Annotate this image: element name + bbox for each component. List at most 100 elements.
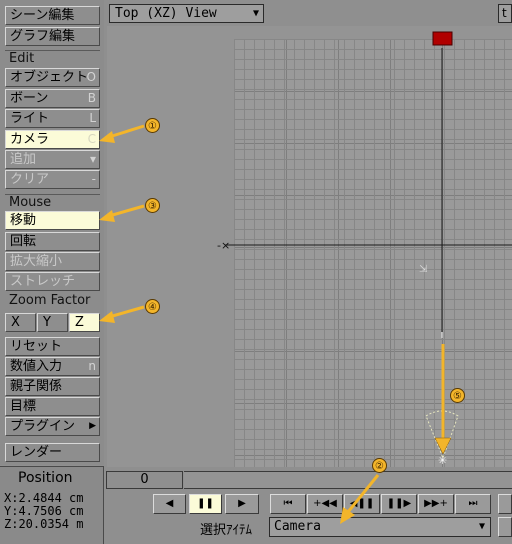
bones-shortcut: B xyxy=(87,91,96,105)
lights-label: ライト xyxy=(10,111,50,126)
frame-number-value: 0 xyxy=(140,472,149,487)
pivot-mark: ⇲ xyxy=(419,264,428,275)
next-key-button[interactable]: ▶▶+ xyxy=(418,494,454,514)
clear-label: クリア xyxy=(10,172,50,187)
camera-button[interactable]: カメラ C xyxy=(5,130,100,149)
clear-button[interactable]: クリア - xyxy=(5,170,100,189)
timeline-slider[interactable] xyxy=(184,471,512,489)
graph-editor-button[interactable]: グラフ編集 xyxy=(5,27,100,46)
numeric-input-button[interactable]: 数値入力 n xyxy=(5,357,100,376)
chevron-down-icon: ▾ xyxy=(89,152,96,166)
add-button[interactable]: 追加 ▾ xyxy=(5,150,100,169)
selected-item-value: Camera xyxy=(274,519,321,534)
next-key-icon: ▶▶+ xyxy=(424,498,448,509)
target-label: 目標 xyxy=(10,399,37,414)
axis-z-toggle[interactable]: Z xyxy=(69,313,100,332)
callout-4: ④ xyxy=(145,299,160,314)
edit-section-title: Edit xyxy=(5,50,100,67)
x-axis-marker: -× xyxy=(217,239,230,252)
objects-label: オブジェクト xyxy=(10,70,89,85)
bones-label: ボーン xyxy=(10,91,49,106)
stretch-label: ストレッチ xyxy=(10,274,76,289)
clear-shortcut: - xyxy=(91,172,96,186)
play-backward-icon: ◀ xyxy=(165,498,174,509)
target-button[interactable]: 目標 xyxy=(5,397,100,416)
extra-button-bottom[interactable] xyxy=(498,517,512,537)
move-label: 移動 xyxy=(10,213,37,228)
numeric-shortcut: n xyxy=(88,359,96,373)
stretch-button[interactable]: ストレッチ xyxy=(5,272,100,291)
parent-label: 親子関係 xyxy=(10,379,63,394)
axis-y-label: Y xyxy=(43,315,51,330)
lights-shortcut: L xyxy=(89,111,96,125)
play-forward-button[interactable]: ▶ xyxy=(225,494,259,514)
lights-button[interactable]: ライト L xyxy=(5,109,100,128)
callout-3: ③ xyxy=(145,198,160,213)
reset-button[interactable]: リセット xyxy=(5,337,100,356)
axis-x-label: X xyxy=(11,315,20,330)
chevron-down-icon: ▼ xyxy=(478,521,485,532)
graph-editor-label: グラフ編集 xyxy=(10,29,76,44)
previous-key-button[interactable]: +◀◀ xyxy=(307,494,343,514)
tool-panel: シーン編集 グラフ編集 Edit オブジェクト O ボーン B ライト L カメラ C … xyxy=(0,0,104,465)
selected-item-dropdown[interactable]: Camera ▼ xyxy=(269,517,491,537)
rotate-label: 回転 xyxy=(10,234,37,249)
corner-label: t xyxy=(502,6,507,20)
move-button[interactable]: 移動 xyxy=(5,211,100,230)
position-title: Position xyxy=(18,470,73,486)
scale-label: 拡大縮小 xyxy=(10,254,63,269)
selected-item-label: 選択ｱｲﾃﾑ xyxy=(200,523,253,538)
axis-y-toggle[interactable]: Y xyxy=(37,313,68,332)
first-frame-icon: ⏮ xyxy=(283,498,293,509)
scene-editor-label: シーン編集 xyxy=(10,8,75,23)
camera-shortcut: C xyxy=(87,132,96,146)
position-y-value: Y:4.7506 cm xyxy=(4,504,84,518)
camera-origin-mark: ✳ xyxy=(438,454,447,467)
add-label: 追加 xyxy=(10,152,37,167)
rotate-button[interactable]: 回転 xyxy=(5,232,100,251)
reset-label: リセット xyxy=(10,339,63,354)
zoom-factor-label: Zoom Factor xyxy=(9,293,91,308)
frame-number-field[interactable]: 0 xyxy=(106,471,183,489)
light-marker xyxy=(432,31,453,46)
position-x-value: X:2.4844 cm xyxy=(4,491,84,505)
next-frame-button[interactable]: ❚❚▶ xyxy=(381,494,417,514)
plugins-button[interactable]: プラグイン ▶ xyxy=(5,417,100,436)
annotation-arrowhead-5 xyxy=(434,437,452,455)
axis-x-toggle[interactable]: X xyxy=(5,313,36,332)
camera-label: カメラ xyxy=(10,132,50,147)
callout-2: ② xyxy=(372,458,387,473)
scale-button[interactable]: 拡大縮小 xyxy=(5,252,100,271)
objects-button[interactable]: オブジェクト O xyxy=(5,68,100,87)
bones-button[interactable]: ボーン B xyxy=(5,89,100,108)
scene-editor-button[interactable]: シーン編集 xyxy=(5,6,100,25)
view-mode-value: Top (XZ) View xyxy=(115,6,217,21)
parent-button[interactable]: 親子関係 xyxy=(5,377,100,396)
last-frame-button[interactable]: ⏭ xyxy=(455,494,491,514)
play-backward-button[interactable]: ◀ xyxy=(153,494,186,514)
pause-button[interactable]: ❚❚ xyxy=(189,494,222,514)
previous-key-icon: +◀◀ xyxy=(313,498,337,509)
mouse-section-title: Mouse xyxy=(5,194,100,211)
callout-1: ① xyxy=(145,118,160,133)
chevron-down-icon: ▼ xyxy=(252,8,259,19)
plugins-label: プラグイン xyxy=(10,419,76,434)
dropdown-arrow-icon: ▶ xyxy=(89,421,96,431)
extra-button-top[interactable] xyxy=(498,494,512,514)
callout-5: ⑤ xyxy=(450,388,465,403)
pause-icon: ❚❚ xyxy=(197,498,214,509)
numeric-input-label: 数値入力 xyxy=(10,359,63,374)
previous-frame-icon: ◀❚❚ xyxy=(349,498,375,509)
previous-frame-button[interactable]: ◀❚❚ xyxy=(344,494,380,514)
view-mode-dropdown[interactable]: Top (XZ) View ▼ xyxy=(109,4,264,23)
axis-z-label: Z xyxy=(75,315,84,330)
render-label: レンダー xyxy=(10,445,63,460)
objects-shortcut: O xyxy=(86,70,96,84)
first-frame-button[interactable]: ⏮ xyxy=(270,494,306,514)
render-button[interactable]: レンダー xyxy=(5,443,100,462)
next-frame-icon: ❚❚▶ xyxy=(386,498,412,509)
position-z-value: Z:20.0354 m xyxy=(4,517,84,531)
last-frame-icon: ⏭ xyxy=(468,498,478,509)
play-forward-icon: ▶ xyxy=(238,498,246,509)
corner-button[interactable]: t xyxy=(498,4,512,23)
